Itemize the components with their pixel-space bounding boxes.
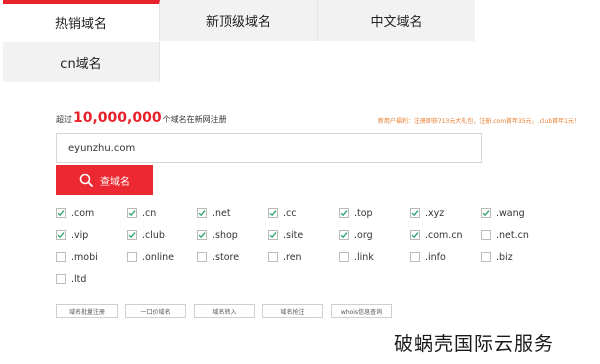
checkbox-icon[interactable] [410,252,420,262]
fixed-price-button[interactable]: 一口价域名 [125,304,186,318]
tab-label: 新顶级域名 [205,15,271,30]
tld-label: .net.cn [496,229,529,241]
search-button-label: 查域名 [100,176,130,188]
tld-label: .store [212,251,240,263]
search-icon [79,173,93,187]
tld-label: .cc [283,207,297,219]
promo-link[interactable]: 新用户福利：注册即获713元大礼包，注册.com首年35元，.club首年1元！ [378,116,580,125]
tld-option[interactable]: .online [127,250,174,264]
bulk-register-button[interactable]: 域名批量注册 [56,304,118,318]
checkbox-checked-icon[interactable] [339,208,349,218]
tld-label: .site [283,229,304,241]
tld-option[interactable]: .shop [197,228,238,242]
tld-option[interactable]: .xyz [410,206,444,220]
tld-label: .xyz [425,207,445,219]
checkbox-checked-icon[interactable] [197,230,207,240]
checkbox-checked-icon[interactable] [339,230,349,240]
tld-label: .org [354,229,373,241]
tld-option[interactable]: .info [410,250,446,264]
tld-label: .club [142,229,165,241]
checkbox-checked-icon[interactable] [481,208,491,218]
stats-prefix: 超过 [56,115,72,124]
tld-option[interactable]: .mobi [56,250,98,264]
tld-label: .link [354,251,374,263]
checkbox-icon[interactable] [339,252,349,262]
checkbox-icon[interactable] [197,252,207,262]
tab-hot-domains[interactable]: 热销域名 [3,0,160,41]
checkbox-checked-icon[interactable] [410,230,420,240]
checkbox-icon[interactable] [481,252,491,262]
tab-chinese-domains[interactable]: 中文域名 [318,0,475,41]
search-domain-button[interactable]: 查域名 [56,165,153,195]
tab-label: cn域名 [60,56,102,72]
tld-label: .com [71,207,95,219]
tld-label: .shop [212,229,238,241]
tld-option[interactable]: .vip [56,228,88,242]
tld-label: .com.cn [425,229,463,241]
tld-label: .ren [283,251,302,263]
tld-label: .net [212,207,231,219]
registration-stats: 超过 10,000,000 个域名在新网注册 [56,110,227,126]
tld-option[interactable]: .biz [481,250,513,264]
tld-option[interactable]: .store [197,250,239,264]
checkbox-checked-icon[interactable] [410,208,420,218]
auction-button[interactable]: 域名抢注 [262,304,323,318]
tld-label: .info [425,251,446,263]
tab-label: 热销域名 [54,17,107,32]
checkbox-icon[interactable] [481,230,491,240]
tld-label: .mobi [71,251,98,263]
tld-label: .wang [496,207,525,219]
tld-option[interactable]: .ltd [56,272,86,286]
tld-label: .biz [496,251,513,263]
checkbox-checked-icon[interactable] [268,230,278,240]
tld-option[interactable]: .ren [268,250,302,264]
tld-label: .vip [71,229,89,241]
checkbox-checked-icon[interactable] [268,208,278,218]
tld-option[interactable]: .cn [127,206,156,220]
tab-new-tld[interactable]: 新顶级域名 [160,0,318,41]
tld-label: .ltd [71,273,87,285]
tab-cn-domains[interactable]: cn域名 [3,42,160,82]
tld-option[interactable]: .net.cn [481,228,529,242]
checkbox-checked-icon[interactable] [56,230,66,240]
tld-option[interactable]: .com.cn [410,228,463,242]
whois-button[interactable]: whois信息查询 [331,304,392,318]
tld-option[interactable]: .wang [481,206,525,220]
checkbox-icon[interactable] [127,252,137,262]
tld-option[interactable]: .link [339,250,374,264]
domain-search-input[interactable]: eyunzhu.com [56,133,482,163]
tab-label: 中文域名 [370,15,423,30]
tld-label: .top [354,207,373,219]
tld-option[interactable]: .net [197,206,231,220]
checkbox-icon[interactable] [56,252,66,262]
checkbox-checked-icon[interactable] [127,208,137,218]
tld-option[interactable]: .club [127,228,165,242]
tld-option[interactable]: .top [339,206,373,220]
tld-option[interactable]: .site [268,228,303,242]
tld-label: .online [142,251,174,263]
stats-count: 10,000,000 [73,110,162,126]
tld-option[interactable]: .cc [268,206,296,220]
tld-option[interactable]: .com [56,206,94,220]
tld-label: .cn [142,207,157,219]
watermark: 破蜗壳国际云服务 [394,333,555,355]
checkbox-checked-icon[interactable] [56,208,66,218]
checkbox-checked-icon[interactable] [127,230,137,240]
checkbox-checked-icon[interactable] [197,208,207,218]
stats-suffix: 个域名在新网注册 [162,115,227,124]
checkbox-icon[interactable] [56,274,66,284]
checkbox-icon[interactable] [268,252,278,262]
transfer-in-button[interactable]: 域名转入 [194,304,255,318]
tld-option[interactable]: .org [339,228,373,242]
